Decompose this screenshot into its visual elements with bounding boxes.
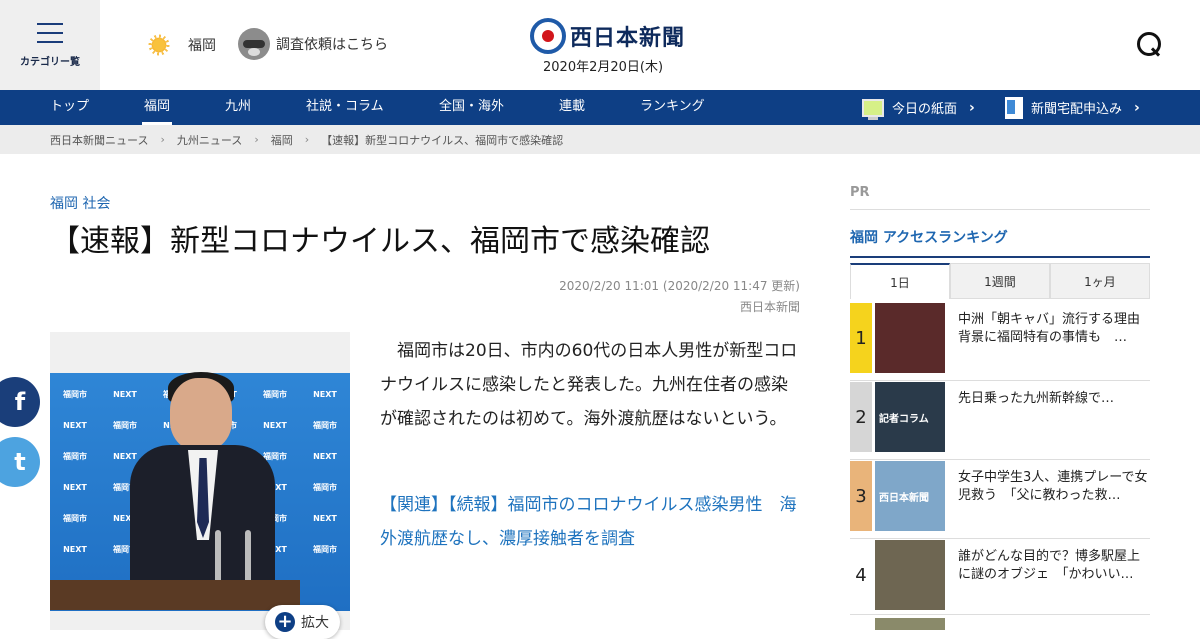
raccoon-mascot-icon [238, 28, 270, 60]
breadcrumb-item[interactable]: 西日本新聞ニュース [50, 132, 148, 148]
tab-1week[interactable]: 1週間 [950, 263, 1050, 299]
backdrop-logo: 福岡市 [313, 421, 337, 430]
category-tag[interactable]: 社会 [82, 196, 110, 212]
breadcrumb-item[interactable]: 福岡 [271, 132, 293, 148]
enlarge-photo-button[interactable]: + 拡大 [265, 605, 340, 639]
header-date: 2020年2月20日(木) [543, 60, 664, 75]
subscribe-label: 新聞宅配申込み [1031, 102, 1123, 117]
ranking-title: 福岡 アクセスランキング [850, 230, 1008, 246]
thumbnail-label: 西日本新聞 [879, 493, 929, 504]
backdrop-logo: 福岡市 [63, 390, 87, 399]
rank-number: 2 [850, 382, 872, 452]
today-paper-label: 今日の紙面 [892, 102, 958, 117]
rank-number: 1 [850, 303, 872, 373]
nav-item-kyushu[interactable]: 九州 [225, 90, 251, 125]
ranking-tabs: 1日 1週間 1ヶ月 [850, 263, 1150, 299]
divider [850, 209, 1150, 210]
tab-1day[interactable]: 1日 [850, 263, 950, 299]
pr-label: PR [850, 185, 870, 200]
related-article-link[interactable]: 【関連】【続報】福岡市のコロナウイルス感染男性 海外渡航歴なし、濃厚接触者を調査 [380, 488, 800, 556]
ranking-item[interactable]: 1 中洲「朝キャバ」流行する理由 背景に福岡特有の事情も … [850, 303, 1154, 381]
ranking-headline: 誰がどんな目的で？博多駅屋上に謎のオブジェ 「かわいい… [958, 549, 1141, 582]
backdrop-logo: 福岡市 [313, 483, 337, 492]
ranking-thumbnail [875, 540, 945, 610]
backdrop-logo: NEXT [63, 545, 87, 554]
rank-number: 3 [850, 461, 872, 531]
nav-item-fukuoka[interactable]: 福岡 [141, 90, 173, 125]
ranking-thumbnail [875, 303, 945, 373]
ranking-item[interactable]: 2 記者コラム 先日乗った九州新幹線で… [850, 382, 1150, 460]
backdrop-logo: NEXT [313, 514, 337, 523]
nav-item-top[interactable]: トップ [50, 90, 89, 125]
ranking-thumbnail: 西日本新聞 [875, 461, 945, 531]
backdrop-logo: 福岡市 [63, 514, 87, 523]
hamburger-icon [37, 22, 63, 43]
menu-label: カテゴリー覧 [20, 56, 80, 68]
backdrop-logo: 福岡市 [263, 390, 287, 399]
weather-widget[interactable]: 福岡 [148, 34, 216, 56]
tab-1month[interactable]: 1ヶ月 [1050, 263, 1150, 299]
order-form-icon [1005, 96, 1023, 119]
backdrop-logo: 福岡市 [113, 421, 137, 430]
ranking-item[interactable]: 3 西日本新聞 女子中学生3人、連携プレーで女児救う 「父に教わった救… [850, 461, 1150, 539]
breadcrumb: 西日本新聞ニュース › 九州ニュース › 福岡 › 【速報】新型コロナウイルス、… [0, 125, 1200, 154]
chevron-right-icon: › [254, 133, 259, 146]
site-header: カテゴリー覧 福岡 調査依頼はこちら 西日本新聞 2020年2月20日(木) [0, 0, 1200, 90]
subscribe-link[interactable]: 新聞宅配申込み › [1005, 90, 1140, 125]
backdrop-logo: NEXT [63, 421, 87, 430]
rank-number: 4 [850, 540, 872, 610]
nav-item-national[interactable]: 全国・海外 [439, 90, 504, 125]
ranking-headline: 女子中学生3人、連携プレーで女児救う 「父に教わった救… [958, 470, 1148, 503]
article-title: 【速報】新型コロナウイルス、福岡市で感染確認 [50, 224, 710, 259]
backdrop-logo: NEXT [113, 390, 137, 399]
backdrop-logo: NEXT [313, 452, 337, 461]
investigation-request-link[interactable]: 調査依頼はこちら [238, 28, 388, 60]
nav-item-series[interactable]: 連載 [559, 90, 585, 125]
divider [850, 256, 1150, 258]
request-text: 調査依頼はこちら [276, 37, 388, 53]
podium [50, 580, 300, 610]
chevron-right-icon: › [304, 133, 310, 146]
person-head [170, 378, 232, 450]
chevron-right-icon: › [160, 133, 165, 146]
weather-city: 福岡 [188, 38, 216, 54]
backdrop-logo: NEXT [263, 421, 287, 430]
chevron-right-icon: › [1134, 99, 1140, 116]
article-source: 西日本新聞 [739, 300, 800, 314]
ranking-headline: 先日乗った九州新幹線で… [958, 391, 1115, 406]
backdrop-logo: 福岡市 [63, 452, 87, 461]
plus-icon: + [275, 612, 295, 632]
breadcrumb-current: 【速報】新型コロナウイルス、福岡市で感染確認 [321, 133, 564, 147]
ranking-thumbnail: 記者コラム [875, 382, 945, 452]
twitter-icon: t [14, 448, 26, 476]
enlarge-label: 拡大 [301, 615, 329, 631]
article-published: 2020/2/20 11:01 (2020/2/20 11:47 更新) [559, 279, 800, 293]
category-menu-button[interactable]: カテゴリー覧 [0, 0, 100, 90]
newspaper-monitor-icon [862, 98, 884, 120]
facebook-share-button[interactable]: f [0, 377, 40, 427]
backdrop-logo: NEXT [63, 483, 87, 492]
logo-mark-icon [530, 18, 566, 54]
nav-item-ranking[interactable]: ランキング [640, 90, 705, 125]
twitter-share-button[interactable]: t [0, 437, 40, 487]
search-icon[interactable] [1137, 32, 1163, 58]
today-paper-link[interactable]: 今日の紙面 › [862, 90, 975, 125]
ranking-headline: 中洲「朝キャバ」流行する理由 背景に福岡特有の事情も … [958, 312, 1154, 345]
facebook-icon: f [14, 388, 26, 416]
article-body: 福岡市は20日、市内の60代の日本人男性が新型コロナウイルスに感染したと発表した… [380, 341, 798, 429]
logo-text: 西日本新聞 [570, 26, 686, 51]
ranking-item[interactable]: 4 誰がどんな目的で？博多駅屋上に謎のオブジェ 「かわいい… [850, 540, 1150, 615]
backdrop-logo: NEXT [313, 390, 337, 399]
site-logo[interactable]: 西日本新聞 [530, 18, 685, 54]
sun-icon [148, 34, 170, 56]
nav-item-editorial[interactable]: 社説・コラム [306, 90, 384, 125]
breadcrumb-item[interactable]: 九州ニュース [177, 132, 242, 148]
main-nav: トップ 福岡 九州 社説・コラム 全国・海外 連載 ランキング 今日の紙面 › … [0, 90, 1200, 125]
category-tag[interactable]: 福岡 [50, 196, 78, 212]
article-categories: 福岡 社会 [50, 193, 110, 213]
ranking-thumbnail [875, 618, 945, 630]
backdrop-logo: 福岡市 [313, 545, 337, 554]
chevron-right-icon: › [969, 99, 975, 116]
thumbnail-label: 記者コラム [879, 414, 929, 425]
